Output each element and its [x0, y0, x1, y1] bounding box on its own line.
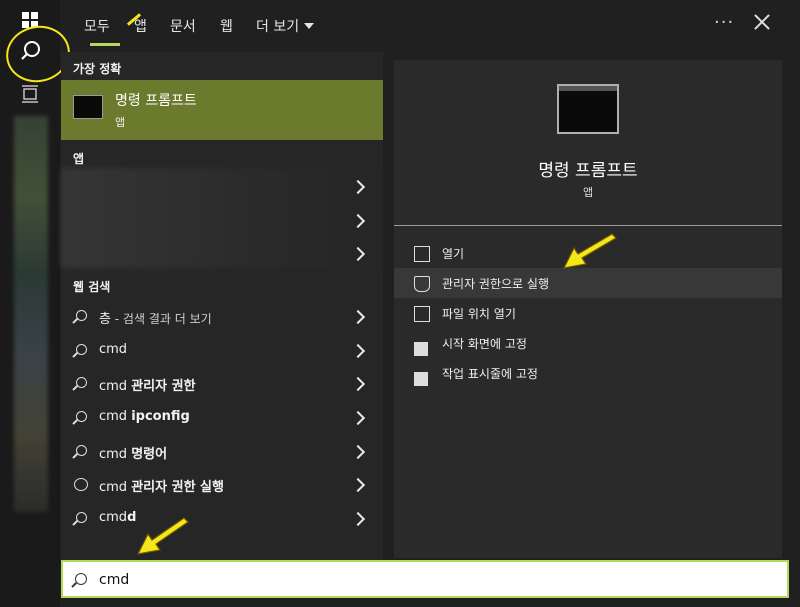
list-item[interactable]: cmd ipconfig — [61, 402, 383, 434]
command-prompt-icon — [73, 95, 103, 119]
search-icon — [73, 410, 89, 426]
web-search-label: 웹 검색 — [73, 280, 111, 294]
action-label: 열기 — [442, 247, 465, 261]
annotation-arrow — [136, 517, 189, 555]
tab-web[interactable]: 웹 — [220, 16, 233, 36]
chat-icon — [73, 477, 89, 493]
blurred-app-results — [61, 168, 383, 268]
action-pin-to-taskbar[interactable]: 작업 표시줄에 고정 — [394, 358, 782, 388]
filter-tabs: 모두 앱 문서 웹 더 보기 ··· — [60, 0, 800, 50]
close-icon[interactable] — [752, 12, 772, 32]
list-item[interactable]: cmd 명령어 — [61, 436, 383, 468]
annotation-arrow — [562, 233, 617, 269]
list-item[interactable]: cmd 관리자 권한 실행 — [61, 469, 383, 501]
shield-icon — [414, 276, 430, 292]
detail-subtitle: 앱 — [582, 186, 594, 199]
chevron-right-icon — [350, 444, 366, 460]
detail-pane: 명령 프롬프트 앱 열기 관리자 권한으로 실행 파일 위치 열기 시작 화면에… — [394, 60, 782, 558]
task-view-icon[interactable] — [20, 84, 40, 104]
action-pin-to-start[interactable]: 시작 화면에 고정 — [394, 328, 782, 358]
web-result-text: cmd 관리자 권한 — [99, 379, 196, 394]
tab-apps[interactable]: 앱 — [134, 16, 147, 36]
best-match-title: 명령 프롬프트 — [115, 93, 197, 109]
active-tab-indicator — [90, 43, 120, 46]
action-label: 관리자 권한으로 실행 — [442, 277, 549, 291]
chevron-right-icon — [350, 376, 366, 392]
search-icon — [73, 511, 89, 527]
start-search-window: 모두 앱 문서 웹 더 보기 ··· 가장 정확 명령 프롬프트 앱 앱 웹 검… — [0, 0, 800, 607]
divider — [394, 225, 782, 226]
web-result-text: cmd 관리자 권한 실행 — [99, 480, 224, 495]
tab-all[interactable]: 모두 — [84, 16, 110, 36]
search-icon — [73, 376, 89, 392]
chevron-right-icon — [350, 309, 366, 325]
command-prompt-icon — [557, 84, 619, 134]
detail-title: 명령 프롬프트 — [538, 161, 638, 181]
search-icon — [75, 573, 87, 585]
best-match-label: 가장 정확 — [73, 62, 122, 76]
web-result-text: cmd ipconfig — [99, 409, 190, 424]
ellipsis-icon[interactable]: ··· — [714, 12, 734, 33]
pin-icon — [414, 342, 428, 356]
web-result-text: 층 - 검색 결과 더 보기 — [99, 312, 212, 327]
chevron-right-icon — [350, 410, 366, 426]
list-item[interactable]: 층 - 검색 결과 더 보기 — [61, 301, 383, 333]
chevron-right-icon — [350, 343, 366, 359]
action-label: 파일 위치 열기 — [442, 307, 516, 321]
search-box[interactable] — [61, 560, 789, 598]
action-label: 시작 화면에 고정 — [442, 337, 527, 351]
list-item[interactable]: cmd — [61, 335, 383, 367]
search-input[interactable] — [97, 566, 761, 594]
results-list: 가장 정확 명령 프롬프트 앱 앱 웹 검색 층 - 검색 결과 더 보기 cm… — [61, 52, 383, 560]
apps-section-label: 앱 — [73, 152, 85, 166]
best-match-item[interactable]: 명령 프롬프트 앱 — [61, 80, 383, 140]
caret-down-icon — [304, 23, 315, 29]
open-icon — [414, 246, 430, 262]
blurred-taskbar-apps — [14, 116, 48, 512]
chevron-right-icon — [350, 477, 366, 493]
chevron-right-icon — [350, 511, 366, 527]
tab-documents[interactable]: 문서 — [170, 16, 196, 36]
search-icon — [73, 444, 89, 460]
pin-icon — [414, 372, 428, 386]
search-icon — [73, 343, 89, 359]
web-result-text: cmdd — [99, 510, 137, 525]
web-result-text: cmd 명령어 — [99, 447, 168, 462]
search-icon — [73, 309, 89, 325]
folder-icon — [414, 306, 430, 322]
tab-more-label: 더 보기 — [256, 19, 300, 35]
web-result-text: cmd — [99, 342, 128, 357]
tab-more[interactable]: 더 보기 — [256, 16, 315, 36]
list-item[interactable]: cmdd — [61, 503, 383, 535]
action-open-file-location[interactable]: 파일 위치 열기 — [394, 298, 782, 328]
taskbar — [0, 0, 76, 607]
best-match-subtitle: 앱 — [115, 116, 126, 129]
action-label: 작업 표시줄에 고정 — [442, 367, 538, 381]
list-item[interactable]: cmd 관리자 권한 — [61, 368, 383, 400]
